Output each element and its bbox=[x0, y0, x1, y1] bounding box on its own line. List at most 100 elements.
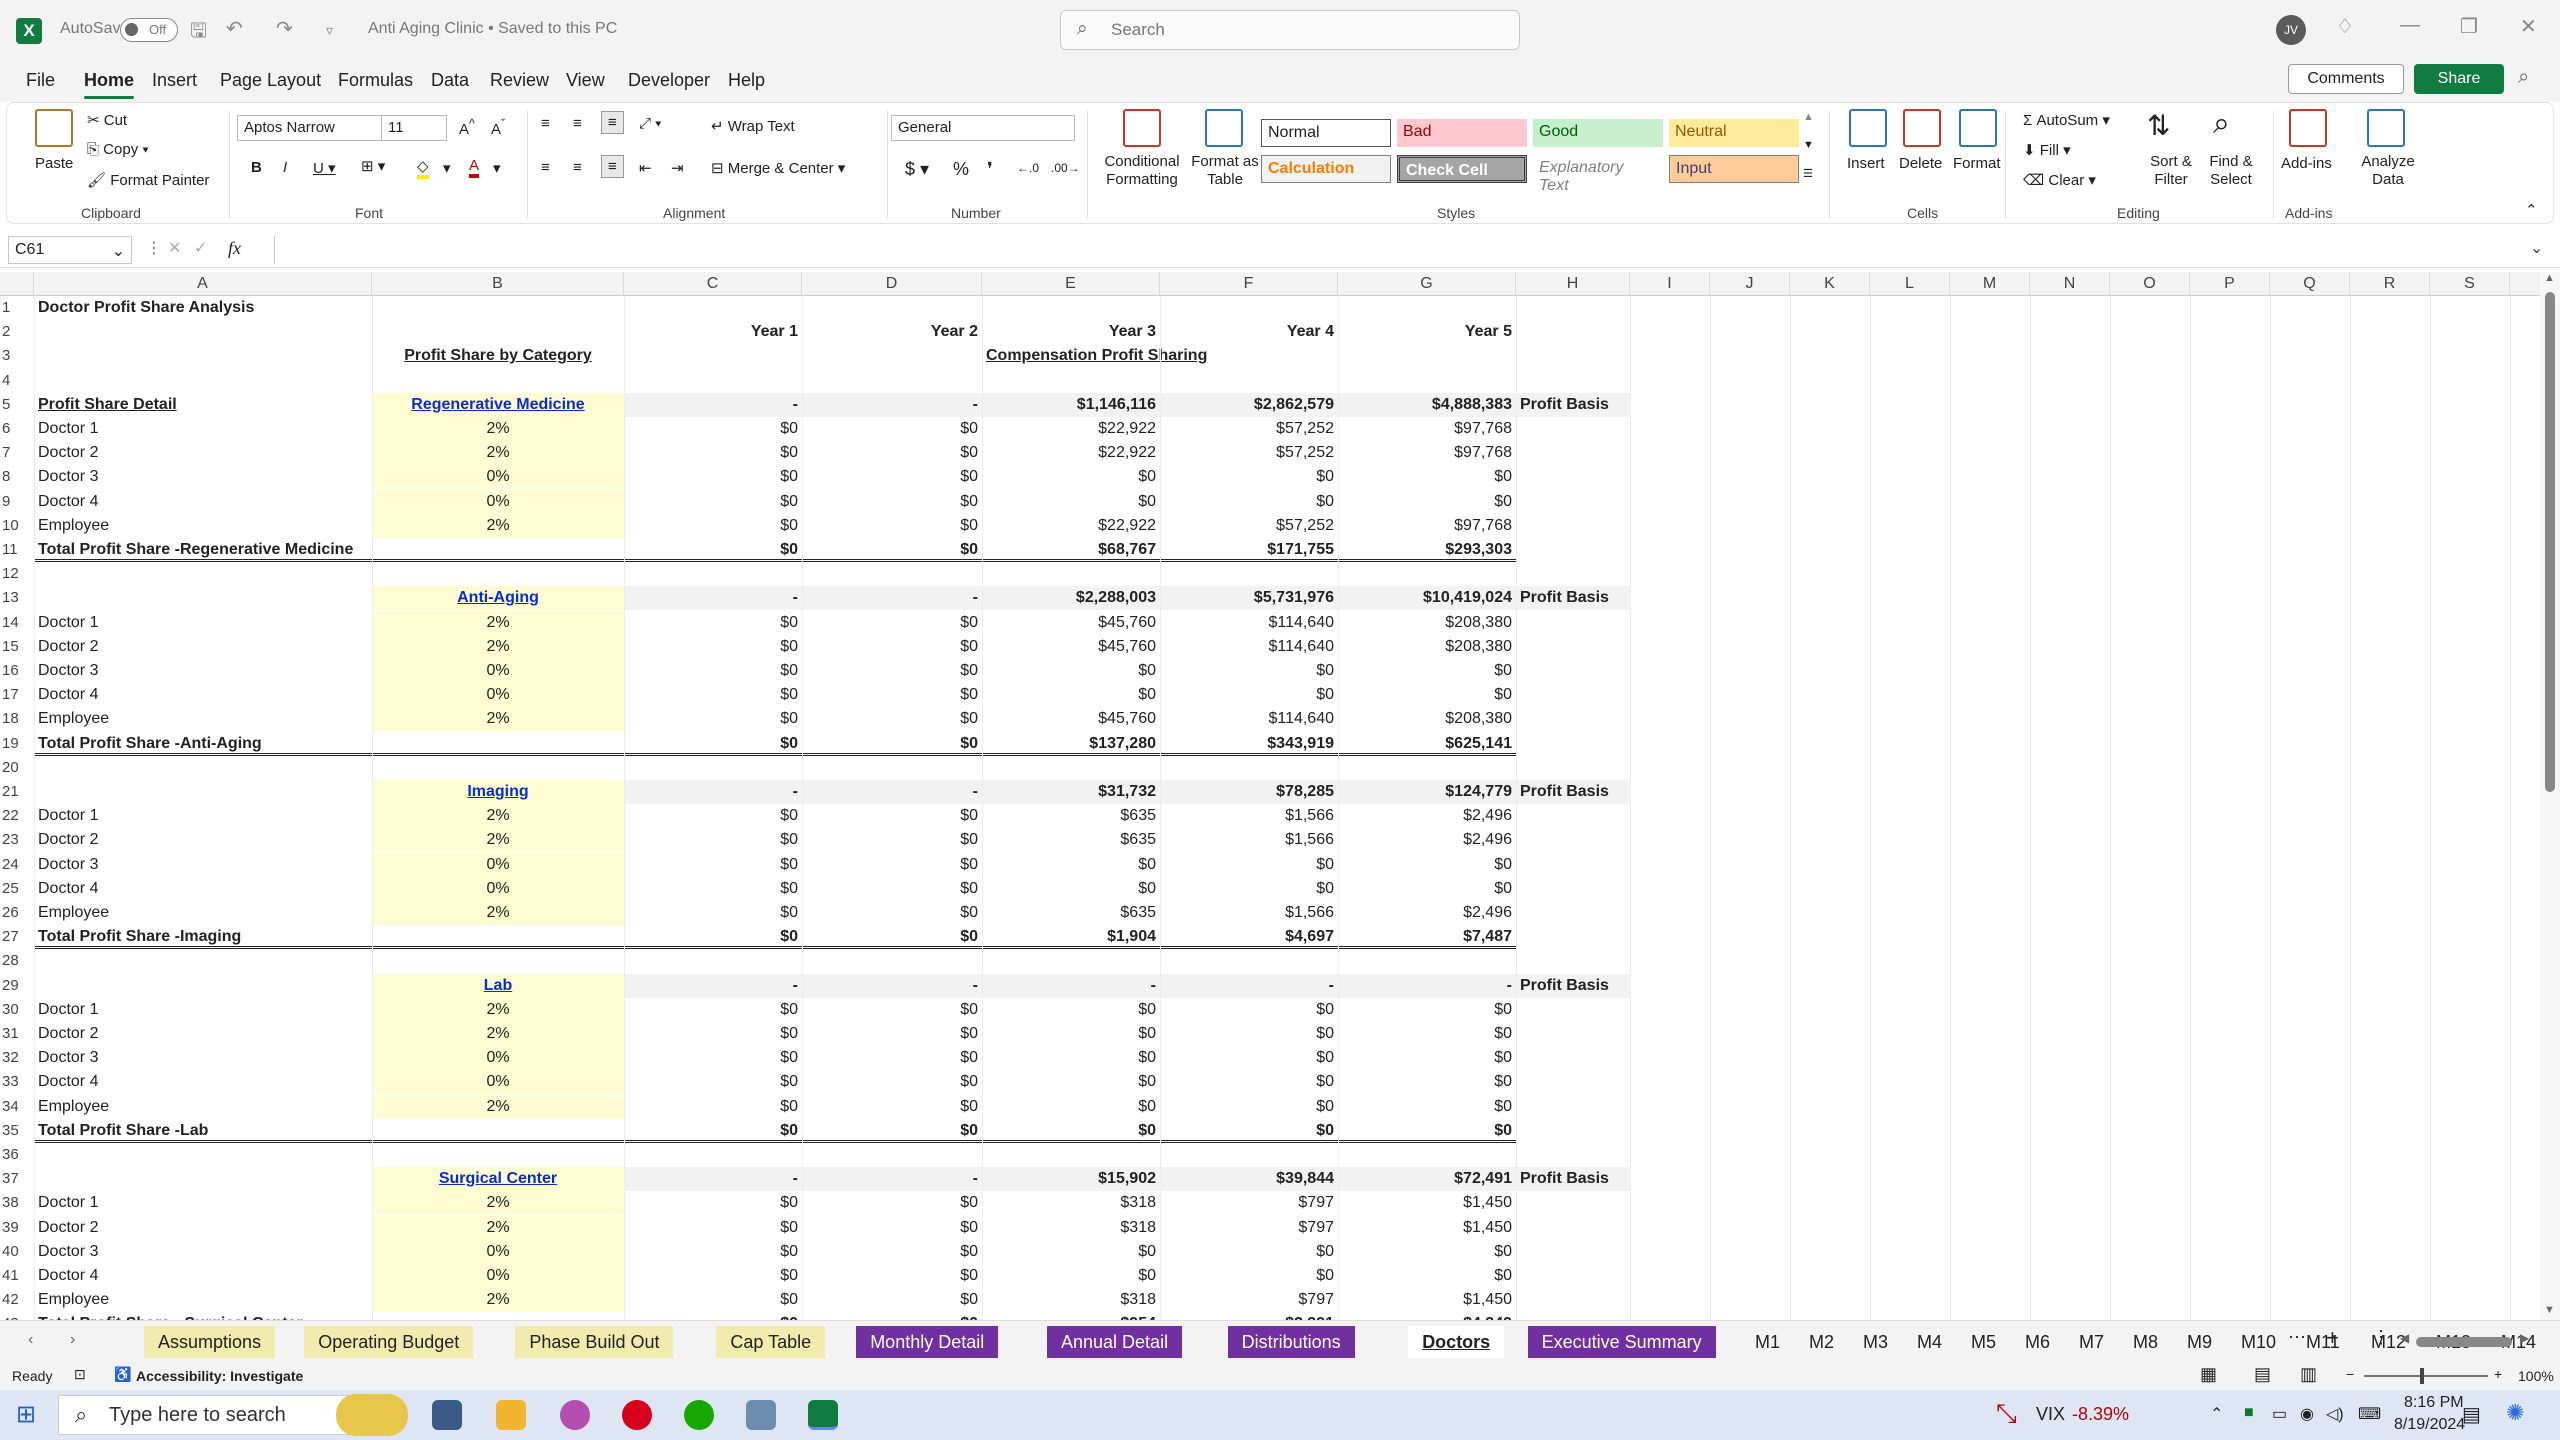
font-name-select[interactable]: Aptos Narrow bbox=[237, 115, 385, 141]
sheet-tab[interactable]: M5 bbox=[1965, 1326, 2002, 1358]
value-cell[interactable]: $0 bbox=[982, 998, 1160, 1022]
value-cell[interactable]: $0 bbox=[802, 441, 982, 465]
year-header[interactable]: Year 1 bbox=[624, 320, 802, 344]
decrease-decimal-icon[interactable]: .00→ bbox=[1051, 161, 1080, 175]
style-good[interactable]: Good bbox=[1533, 119, 1663, 147]
total-cell[interactable]: $2,391 bbox=[1160, 1312, 1338, 1320]
cut-button[interactable]: ✂ Cut bbox=[87, 111, 127, 129]
person-name[interactable]: Doctor 2 bbox=[34, 1216, 372, 1240]
total-cell[interactable]: $4,349 bbox=[1338, 1312, 1516, 1320]
value-cell[interactable]: $0 bbox=[1338, 853, 1516, 877]
volume-icon[interactable]: ◁) bbox=[2326, 1404, 2344, 1424]
battery-icon[interactable]: ▭ bbox=[2272, 1404, 2287, 1424]
value-cell[interactable]: $0 bbox=[1338, 1095, 1516, 1119]
merge-center-button[interactable]: ⊟ Merge & Center ▾ bbox=[711, 159, 845, 177]
cell[interactable] bbox=[372, 1312, 624, 1320]
value-cell[interactable]: $0 bbox=[982, 659, 1160, 683]
value-cell[interactable]: $0 bbox=[1160, 998, 1338, 1022]
value-cell[interactable]: $0 bbox=[982, 1240, 1160, 1264]
zoom-out-icon[interactable]: − bbox=[2346, 1366, 2354, 1382]
row-header[interactable]: 35 bbox=[0, 1118, 34, 1143]
value-cell[interactable]: $0 bbox=[1338, 1022, 1516, 1046]
value-cell[interactable]: $0 bbox=[1338, 998, 1516, 1022]
row-header[interactable]: 23 bbox=[0, 828, 34, 853]
value-cell[interactable]: $114,640 bbox=[1160, 611, 1338, 635]
cell[interactable] bbox=[372, 732, 624, 756]
app-icon[interactable] bbox=[746, 1400, 776, 1430]
value-cell[interactable]: $0 bbox=[802, 1095, 982, 1119]
value-cell[interactable]: $97,768 bbox=[1338, 441, 1516, 465]
column-header-a[interactable]: A bbox=[34, 272, 372, 296]
total-cell[interactable]: $0 bbox=[802, 1312, 982, 1320]
value-cell[interactable]: $45,760 bbox=[982, 635, 1160, 659]
value-cell[interactable]: $0 bbox=[982, 877, 1160, 901]
basis-cell[interactable]: - bbox=[802, 780, 982, 804]
row-header[interactable]: 39 bbox=[0, 1215, 34, 1240]
cell[interactable] bbox=[372, 1119, 624, 1143]
value-cell[interactable]: $1,450 bbox=[1338, 1288, 1516, 1312]
accessibility-status[interactable]: Accessibility: Investigate bbox=[136, 1368, 303, 1384]
value-cell[interactable]: $318 bbox=[982, 1288, 1160, 1312]
column-header-d[interactable]: D bbox=[802, 272, 982, 296]
row-header[interactable]: 30 bbox=[0, 997, 34, 1022]
insert-function-icon[interactable]: fx bbox=[228, 238, 241, 259]
value-cell[interactable]: $0 bbox=[802, 683, 982, 707]
value-cell[interactable]: $0 bbox=[624, 707, 802, 731]
total-cell[interactable]: $0 bbox=[624, 925, 802, 950]
sheet-tab[interactable]: Executive Summary bbox=[1527, 1326, 1716, 1358]
value-cell[interactable]: $208,380 bbox=[1338, 611, 1516, 635]
conditional-formatting-button[interactable]: Conditional Formatting bbox=[1097, 153, 1187, 189]
value-cell[interactable]: $208,380 bbox=[1338, 635, 1516, 659]
sort-filter-icon[interactable]: ⇅ bbox=[2147, 109, 2170, 142]
row-header[interactable]: 3 bbox=[0, 344, 34, 369]
search-box[interactable]: ⌕ Search bbox=[1060, 10, 1520, 50]
row-header[interactable]: 17 bbox=[0, 683, 34, 708]
row-header[interactable]: 43 bbox=[0, 1312, 34, 1320]
tab-home[interactable]: Home bbox=[84, 70, 135, 99]
corn-widget-icon[interactable] bbox=[336, 1394, 408, 1436]
person-name[interactable]: Doctor 3 bbox=[34, 1046, 372, 1070]
select-all-corner[interactable] bbox=[0, 272, 34, 296]
basis-cell[interactable]: $5,731,976 bbox=[1160, 586, 1338, 611]
bold-button[interactable]: B bbox=[251, 159, 262, 176]
value-cell[interactable]: $635 bbox=[982, 901, 1160, 925]
percent-input[interactable]: 0% bbox=[372, 1264, 624, 1288]
value-cell[interactable]: $57,252 bbox=[1160, 441, 1338, 465]
basis-cell[interactable]: - bbox=[624, 1167, 802, 1192]
sheet-title[interactable]: Doctor Profit Share Analysis bbox=[34, 296, 372, 320]
sheet-tab[interactable]: M3 bbox=[1857, 1326, 1894, 1358]
value-cell[interactable]: $0 bbox=[802, 1240, 982, 1264]
sheet-tab[interactable]: M9 bbox=[2181, 1326, 2218, 1358]
value-cell[interactable]: $45,760 bbox=[982, 707, 1160, 731]
value-cell[interactable]: $0 bbox=[1338, 683, 1516, 707]
ticker-change[interactable]: -8.39% bbox=[2072, 1404, 2129, 1425]
row-header[interactable]: 25 bbox=[0, 876, 34, 901]
column-header-r[interactable]: R bbox=[2350, 272, 2430, 296]
value-cell[interactable]: $0 bbox=[802, 828, 982, 852]
row-header[interactable]: 9 bbox=[0, 489, 34, 514]
value-cell[interactable]: $0 bbox=[982, 1095, 1160, 1119]
percent-input[interactable]: 2% bbox=[372, 901, 624, 925]
row-header[interactable]: 4 bbox=[0, 368, 34, 393]
total-cell[interactable]: $4,697 bbox=[1160, 925, 1338, 950]
sheet-tab[interactable]: M10 bbox=[2235, 1326, 2282, 1358]
align-center-icon[interactable]: ≡ bbox=[573, 159, 582, 176]
percent-input[interactable]: 2% bbox=[372, 1215, 624, 1240]
value-cell[interactable]: $0 bbox=[1338, 1264, 1516, 1288]
value-cell[interactable]: $0 bbox=[802, 1288, 982, 1312]
align-right-icon[interactable]: ≡ bbox=[601, 155, 624, 178]
styles-more-icon[interactable]: ☰ bbox=[1803, 167, 1813, 180]
sheet-tab[interactable]: M4 bbox=[1911, 1326, 1948, 1358]
row-header[interactable]: 16 bbox=[0, 659, 34, 683]
value-cell[interactable]: $0 bbox=[624, 417, 802, 441]
profit-basis-label[interactable]: Profit Basis bbox=[1516, 392, 1630, 417]
value-cell[interactable]: $0 bbox=[1338, 490, 1516, 514]
person-name[interactable]: Doctor 2 bbox=[34, 1022, 372, 1046]
macro-record-icon[interactable]: ⊡ bbox=[74, 1366, 86, 1383]
value-cell[interactable]: $0 bbox=[1160, 490, 1338, 514]
autosum-button[interactable]: Σ AutoSum ▾ bbox=[2023, 111, 2110, 129]
column-header-l[interactable]: L bbox=[1870, 272, 1950, 296]
italic-button[interactable]: I bbox=[283, 159, 287, 176]
value-cell[interactable]: $0 bbox=[982, 1264, 1160, 1288]
percent-input[interactable]: 2% bbox=[372, 610, 624, 635]
